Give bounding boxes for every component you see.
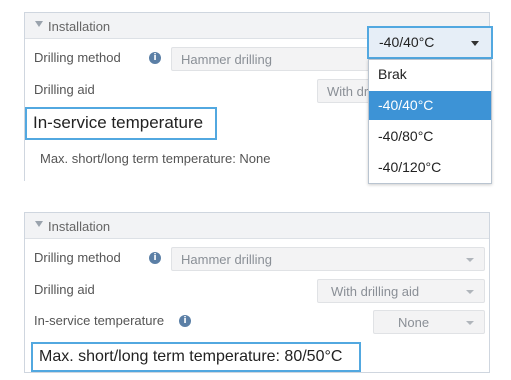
drilling-method-select[interactable]: Hammer drilling bbox=[171, 47, 391, 71]
temperature-dropdown[interactable]: -40/40°C bbox=[367, 26, 493, 59]
drilling-method-select[interactable]: Hammer drilling bbox=[171, 247, 485, 271]
chevron-down-icon[interactable] bbox=[466, 258, 474, 262]
temperature-dropdown-value: -40/40°C bbox=[379, 34, 435, 50]
info-icon[interactable]: i bbox=[149, 252, 161, 264]
inservice-temperature-highlight: In-service temperature bbox=[25, 107, 217, 140]
max-temperature-text: Max. short/long term temperature: 80/50°… bbox=[39, 348, 343, 365]
drilling-method-label: Drilling method bbox=[34, 250, 121, 265]
installation-header[interactable]: Installation bbox=[25, 213, 489, 239]
inservice-temperature-label: In-service temperature bbox=[33, 113, 204, 132]
drilling-aid-label: Drilling aid bbox=[34, 282, 95, 297]
drilling-method-label: Drilling method bbox=[34, 50, 121, 65]
temperature-dropdown-list: Brak -40/40°C -40/80°C -40/120°C bbox=[368, 59, 492, 184]
installation-title: Installation bbox=[48, 219, 111, 234]
max-temperature-highlight: Max. short/long term temperature: 80/50°… bbox=[31, 342, 361, 372]
chevron-down-icon[interactable] bbox=[466, 321, 474, 325]
inservice-temperature-select[interactable]: None bbox=[373, 310, 485, 334]
temperature-option[interactable]: -40/120°C bbox=[369, 153, 491, 182]
temperature-option-selected[interactable]: -40/40°C bbox=[369, 91, 491, 120]
collapse-triangle-icon[interactable] bbox=[35, 221, 43, 227]
drilling-method-value: Hammer drilling bbox=[181, 52, 273, 67]
collapse-triangle-icon[interactable] bbox=[35, 21, 43, 27]
temperature-option[interactable]: Brak bbox=[369, 60, 491, 89]
drilling-method-value: Hammer drilling bbox=[181, 252, 273, 267]
info-icon[interactable]: i bbox=[179, 315, 191, 327]
inservice-temperature-value: None bbox=[398, 315, 430, 330]
inservice-temperature-label: In-service temperature bbox=[34, 313, 165, 328]
chevron-down-icon[interactable] bbox=[471, 41, 479, 46]
info-icon[interactable]: i bbox=[149, 52, 161, 64]
drilling-aid-select[interactable]: With drilling aid bbox=[317, 279, 485, 303]
max-temperature-text: Max. short/long term temperature: None bbox=[40, 151, 271, 166]
drilling-aid-value: With drilling aid bbox=[331, 284, 420, 299]
temperature-option[interactable]: -40/80°C bbox=[369, 122, 491, 151]
installation-title: Installation bbox=[48, 19, 111, 34]
drilling-aid-label: Drilling aid bbox=[34, 82, 95, 97]
chevron-down-icon[interactable] bbox=[466, 290, 474, 294]
